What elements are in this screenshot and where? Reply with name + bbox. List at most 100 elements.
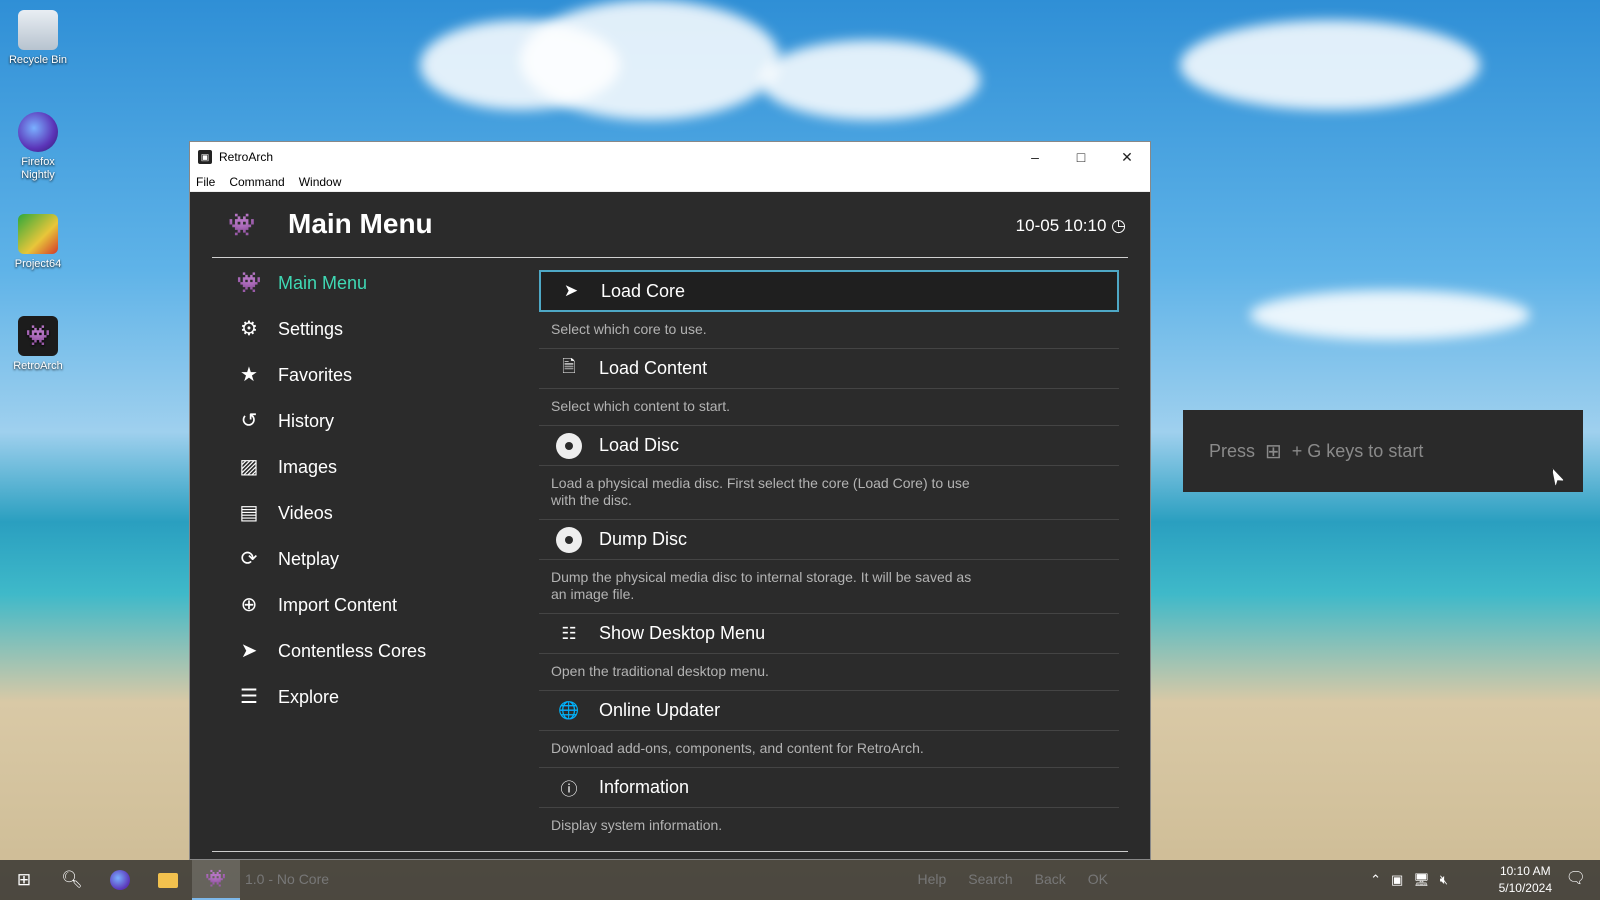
desktop-icon-firefox-nightly[interactable]: Firefox Nightly [4, 112, 72, 182]
core-status: 1.0 - No Core [245, 871, 330, 887]
search-icon[interactable]: 🔍︎ [48, 860, 96, 900]
entry-description: Download add-ons, components, and conten… [551, 740, 924, 756]
list-icon: ☷ [561, 623, 577, 643]
desktop-icon-recycle-bin[interactable]: Recycle Bin [4, 10, 72, 67]
window-titlebar[interactable]: ▣ RetroArch – □ ✕ [190, 142, 1150, 172]
retroarch-app-icon: ▣ [198, 150, 212, 164]
footer-help: Help [917, 871, 947, 887]
entry-label: Load Disc [599, 435, 680, 455]
project64-icon [18, 214, 58, 254]
sidebar-item-history[interactable]: ↺ History [212, 398, 497, 444]
ra-footer-hints: Help Search Back OK [917, 871, 1108, 887]
network-icon[interactable]: 🖥︎ [1413, 872, 1430, 888]
desktop-icon-retroarch[interactable]: 👾 RetroArch [4, 316, 72, 373]
invader-icon: 👾 [228, 212, 256, 237]
entry-label: Dump Disc [599, 529, 688, 549]
entry-head: ⓘ Information [539, 768, 1119, 808]
start-button[interactable]: ⊞ [0, 860, 48, 900]
sidebar-item-images[interactable]: ▨ Images [212, 444, 497, 490]
sidebar-item-netplay[interactable]: ⟳ Netplay [212, 536, 497, 582]
sidebar-item-settings[interactable]: ⚙ Settings [212, 306, 497, 352]
entry-head: 🗎 Load Content [539, 349, 1119, 389]
notification-icon[interactable]: 🗨︎ [1566, 868, 1586, 888]
image-icon: ▨ [239, 456, 259, 478]
menu-entry-load-disc[interactable]: Load Disc Load a physical media disc. Fi… [539, 426, 1119, 520]
maximize-button[interactable]: □ [1058, 142, 1104, 172]
sidebar-item-favorites[interactable]: ★ Favorites [212, 352, 497, 398]
windows-logo-icon: ⊞ [1265, 440, 1282, 463]
minimize-button[interactable]: – [1012, 142, 1058, 172]
taskbar-clock[interactable]: 10:10 AM 5/10/2024 [1499, 863, 1552, 897]
menu-window[interactable]: Window [299, 175, 342, 189]
firefox-nightly-icon [18, 112, 58, 152]
clock-icon: ◷ [1111, 216, 1126, 235]
plus-circle-icon: ⊕ [240, 594, 258, 616]
sidebar-item-label: Favorites [278, 364, 353, 385]
desktop-icon-label: Firefox Nightly [21, 156, 55, 181]
retroarch-taskbar-icon[interactable]: 👾 [192, 860, 240, 900]
menu-entry-show-desktop-menu[interactable]: ☷ Show Desktop Menu Open the traditional… [539, 614, 1119, 691]
sidebar-item-label: Settings [278, 318, 344, 339]
entry-description: Select which content to start. [551, 398, 730, 414]
desktop-icon-project64[interactable]: Project64 [4, 214, 72, 271]
gamebar-hint: Press ⊞ + G keys to start [1183, 410, 1583, 492]
entry-head: ➤ Load Core [539, 270, 1119, 312]
footer-ok: OK [1087, 871, 1108, 887]
entry-head: 🌐 Online Updater [539, 691, 1119, 731]
sidebar-item-explore[interactable]: ☰ Explore [212, 674, 497, 720]
netplay-icon: ⟳ [240, 548, 258, 570]
page-title: Main Menu [288, 208, 433, 239]
window-title: RetroArch [219, 150, 274, 164]
ra-clock: 10-05 10:10 ◷ [1016, 216, 1126, 236]
menu-entry-dump-disc[interactable]: Dump Disc Dump the physical media disc t… [539, 520, 1119, 614]
sidebar-item-contentless-cores[interactable]: ➤ Contentless Cores [212, 628, 497, 674]
entry-description: Open the traditional desktop menu. [551, 663, 769, 679]
entry-label: Load Content [599, 358, 708, 378]
entry-head: Load Disc [539, 426, 1119, 466]
file-explorer-icon[interactable] [144, 860, 192, 900]
close-button[interactable]: ✕ [1104, 142, 1150, 172]
retroarch-window: ▣ RetroArch – □ ✕ File Command Window 👾 … [189, 141, 1151, 860]
sidebar-item-label: Images [278, 456, 338, 477]
disc-icon [553, 526, 585, 554]
sidebar-item-import-content[interactable]: ⊕ Import Content [212, 582, 497, 628]
history-icon: ↺ [240, 410, 258, 432]
file-icon: 🗎 [562, 357, 576, 376]
meet-icon[interactable]: ▣ [1391, 872, 1403, 888]
info-icon: ⓘ [560, 780, 578, 799]
ra-sidebar: 👾 Main Menu ⚙ Settings ★ Favorites ↺ His… [212, 260, 497, 838]
entry-label: Show Desktop Menu [599, 623, 766, 643]
sidebar-item-label: Main Menu [278, 272, 368, 293]
clock-text: 10-05 10:10 [1015, 216, 1107, 235]
sidebar-item-label: Import Content [278, 594, 398, 615]
menu-entry-load-content[interactable]: 🗎 Load Content Select which content to s… [539, 349, 1119, 426]
ra-header: 👾 Main Menu 10-05 10:10 ◷ [212, 192, 1128, 258]
menu-entry-online-updater[interactable]: 🌐 Online Updater Download add-ons, compo… [539, 691, 1119, 768]
firefox-taskbar-icon[interactable] [96, 860, 144, 900]
entry-description: Display system information. [551, 817, 723, 833]
hint-press: Press [1209, 440, 1256, 461]
sidebar-item-label: Videos [278, 502, 333, 523]
volume-muted-icon[interactable]: 🔇︎ [1440, 872, 1448, 888]
sidebar-item-main-menu[interactable]: 👾 Main Menu [212, 260, 497, 306]
menu-entry-load-core[interactable]: ➤ Load Core Select which core to use. [539, 270, 1119, 349]
entry-label: Online Updater [599, 700, 721, 720]
sidebar-item-label: Explore [278, 686, 340, 707]
cloud [1180, 20, 1480, 110]
sidebar-item-label: History [278, 410, 335, 431]
chevron-up-icon[interactable]: ⌃ [1370, 872, 1381, 888]
entry-label: Information [599, 777, 690, 797]
retroarch-icon: 👾 [18, 316, 58, 356]
sidebar-item-label: Netplay [278, 548, 340, 569]
hint-suffix: + G keys to start [1291, 440, 1424, 461]
divider [212, 851, 1128, 852]
star-icon: ★ [240, 364, 258, 386]
entry-label: Load Core [601, 280, 686, 301]
menu-command[interactable]: Command [229, 175, 284, 189]
desktop-icon-label: Recycle Bin [8, 54, 68, 66]
ra-content-list: ➤ Load Core Select which core to use. 🗎 … [539, 270, 1119, 840]
invader-icon: 👾 [236, 272, 262, 294]
menu-file[interactable]: File [196, 175, 215, 189]
sidebar-item-videos[interactable]: ▤ Videos [212, 490, 497, 536]
menu-entry-information[interactable]: ⓘ Information Display system information… [539, 768, 1119, 840]
